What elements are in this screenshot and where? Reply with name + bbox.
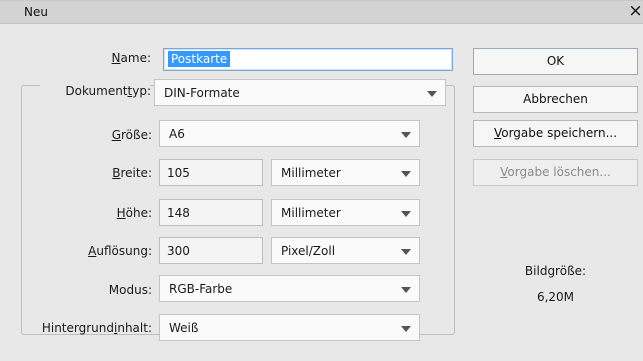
chevron-down-icon (401, 171, 411, 177)
chevron-down-icon (401, 249, 411, 255)
name-input[interactable]: Postkarte (163, 48, 453, 71)
aufloesung-label: Auflösung: (88, 244, 152, 258)
chevron-down-icon (401, 132, 411, 138)
save-preset-button[interactable]: Vorgabe speichern... (473, 120, 638, 147)
chevron-down-icon (401, 287, 411, 293)
cancel-button[interactable]: Abbrechen (473, 86, 638, 113)
chevron-down-icon (401, 211, 411, 217)
image-size-value: 6,20M (536, 290, 575, 304)
name-label: Name: (111, 51, 151, 65)
breite-input[interactable]: 105 (159, 159, 263, 186)
hintergrundinhalt-value: Weiß (169, 321, 199, 335)
breite-label: Breite: (112, 166, 152, 180)
close-icon[interactable]: × (628, 2, 643, 21)
image-size-label: Bildgröße: (524, 264, 587, 278)
breite-unit-select[interactable]: Millimeter (271, 159, 420, 186)
aufloesung-value: 300 (167, 244, 190, 258)
delete-preset-button[interactable]: Vorgabe löschen... (473, 159, 638, 186)
breite-unit-value: Millimeter (281, 166, 341, 180)
modus-select[interactable]: RGB-Farbe (159, 275, 420, 302)
hintergrundinhalt-label: Hintergrundinhalt: (41, 321, 152, 335)
dokumenttyp-select[interactable]: DIN-Formate (154, 79, 446, 106)
hoehe-unit-select[interactable]: Millimeter (271, 199, 420, 226)
aufloesung-input[interactable]: 300 (159, 237, 263, 264)
aufloesung-unit-value: Pixel/Zoll (281, 244, 336, 258)
groesse-select[interactable]: A6 (159, 120, 420, 147)
hoehe-value: 148 (167, 206, 190, 220)
name-input-value: Postkarte (168, 51, 231, 67)
new-document-dialog: Neu × Name: Postkarte Dokumenttyp: DIN-F… (0, 0, 643, 361)
title-bar[interactable]: Neu × (0, 1, 643, 24)
chevron-down-icon (401, 326, 411, 332)
ok-button[interactable]: OK (473, 48, 638, 75)
hoehe-unit-value: Millimeter (281, 206, 341, 220)
breite-value: 105 (167, 166, 190, 180)
groesse-value: A6 (169, 127, 185, 141)
dokumenttyp-label: Dokumenttyp: (65, 84, 151, 98)
hoehe-label: Höhe: (116, 206, 152, 220)
window-title: Neu (24, 5, 48, 19)
groesse-label: Größe: (111, 128, 152, 142)
aufloesung-unit-select[interactable]: Pixel/Zoll (271, 237, 420, 264)
modus-label: Modus: (108, 283, 152, 297)
modus-value: RGB-Farbe (169, 282, 233, 296)
dokumenttyp-value: DIN-Formate (164, 86, 240, 100)
hintergrundinhalt-select[interactable]: Weiß (159, 314, 420, 341)
hoehe-input[interactable]: 148 (159, 199, 263, 226)
chevron-down-icon (427, 91, 437, 97)
